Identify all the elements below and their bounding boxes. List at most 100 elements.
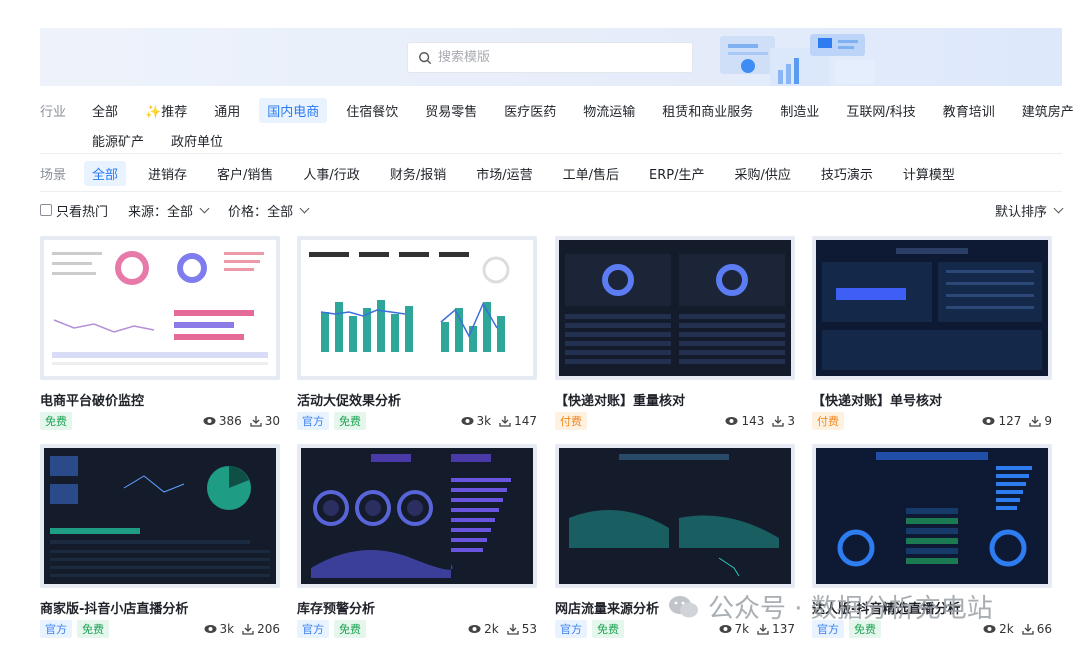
template-preview-image [559,240,791,376]
template-thumbnail[interactable] [812,236,1052,380]
scene-chip-tips[interactable]: 技巧演示 [813,161,881,186]
downloads-count: 206 [257,622,280,636]
watermark-text: 公众号 · 数据分析充电站 [708,594,993,624]
template-card[interactable]: 【快递对账】单号核对 付费 127 9 [812,236,1052,430]
chevron-down-icon [199,203,210,213]
template-card[interactable]: 库存预警分析 官方 免费 2k 53 [297,444,537,638]
scene-chip-finance[interactable]: 财务/报销 [382,161,454,186]
template-preview-image [816,448,1048,584]
scene-chip-hr-admin[interactable]: 人事/行政 [295,161,367,186]
template-preview-image [44,240,276,376]
template-card[interactable]: 【快递对账】重量核对 付费 143 3 [555,236,795,430]
industry-chip-retail[interactable]: 贸易零售 [417,98,485,123]
divider [40,191,1062,192]
free-tag: 免费 [334,620,366,638]
industry-chip-all[interactable]: 全部 [84,98,126,123]
industry-filter-row: 行业 全部 ✨推荐 通用 国内电商 住宿餐饮 贸易零售 医疗医药 物流运输 租赁… [40,98,1080,123]
template-stats: 2k 66 [983,622,1052,636]
downloads-count: 3 [787,414,795,428]
template-stats: 143 3 [725,414,795,428]
industry-chip-general[interactable]: 通用 [206,98,248,123]
downloads-count: 66 [1036,622,1052,636]
template-preview-image [816,240,1048,376]
scene-chip-marketing[interactable]: 市场/运营 [468,161,540,186]
industry-chip-logistics[interactable]: 物流运输 [575,98,643,123]
hot-only-checkbox[interactable] [40,204,52,216]
search-box[interactable] [407,42,693,73]
scene-chip-inventory[interactable]: 进销存 [140,161,195,186]
industry-chip-leasing[interactable]: 租赁和商业服务 [654,98,761,123]
template-thumbnail[interactable] [555,444,795,588]
top-banner [40,28,1062,86]
views-count: 3k [219,622,235,636]
official-tag: 官方 [297,412,329,430]
template-thumbnail[interactable] [40,444,280,588]
template-thumbnail[interactable] [555,236,795,380]
sort-dropdown[interactable]: 默认排序 [995,201,1064,220]
template-title[interactable]: 商家版-抖音小店直播分析 [40,598,280,617]
template-title[interactable]: 电商平台破价监控 [40,390,280,409]
hot-only-toggle[interactable]: 只看热门 [40,201,108,220]
template-stats: 127 9 [982,414,1052,428]
template-thumbnail[interactable] [297,444,537,588]
industry-chip-hospitality[interactable]: 住宿餐饮 [338,98,406,123]
industry-chip-government[interactable]: 政府单位 [163,128,231,153]
scene-filter-row: 场景 全部 进销存 客户/销售 人事/行政 财务/报销 市场/运营 工单/售后 … [40,161,977,186]
industry-chip-internet[interactable]: 互联网/科技 [838,98,923,123]
views-icon [725,417,738,425]
downloads-count: 9 [1044,414,1052,428]
search-input[interactable] [438,50,678,65]
hot-only-label: 只看热门 [56,204,109,220]
industry-chip-education[interactable]: 教育培训 [935,98,1003,123]
scene-chip-procurement[interactable]: 采购/供应 [726,161,798,186]
template-title[interactable]: 【快递对账】重量核对 [555,390,795,409]
template-thumbnail[interactable] [40,236,280,380]
template-thumbnail[interactable] [297,236,537,380]
industry-chip-domestic-ecommerce[interactable]: 国内电商 [259,98,328,123]
industry-chip-recommend[interactable]: ✨推荐 [137,98,195,123]
template-preview-image [301,448,533,584]
source-value: 全部 [167,204,194,220]
views-icon [203,417,216,425]
paid-tag: 付费 [812,412,844,430]
scene-chip-ticket[interactable]: 工单/售后 [555,161,627,186]
template-thumbnail[interactable] [812,444,1052,588]
source-dropdown[interactable]: 来源： 全部 [128,201,210,220]
template-stats: 2k 53 [468,622,537,636]
template-card[interactable]: 活动大促效果分析 官方 免费 3k 147 [297,236,537,430]
template-card[interactable]: 电商平台破价监控 免费 386 30 [40,236,280,430]
scene-chip-all[interactable]: 全部 [84,161,127,186]
views-count: 143 [741,414,765,428]
template-title[interactable]: 库存预警分析 [297,598,537,617]
industry-filter-row-2: 能源矿产 政府单位 [84,128,242,153]
paid-tag: 付费 [555,412,587,430]
wechat-icon [669,595,698,617]
official-tag: 官方 [555,620,587,638]
official-tag: 官方 [40,620,72,638]
divider [40,153,1062,154]
industry-chip-energy[interactable]: 能源矿产 [84,128,152,153]
industry-chip-medical[interactable]: 医疗医药 [496,98,564,123]
price-value: 全部 [267,204,294,220]
industry-chip-construction[interactable]: 建筑房产 [1014,98,1080,123]
template-meta: 官方 免费 3k 206 [40,620,280,638]
downloads-count: 147 [514,414,537,428]
industry-label: 行业 [40,105,67,120]
scene-chip-customer-sales[interactable]: 客户/销售 [209,161,281,186]
watermark: 公众号 · 数据分析充电站 [668,588,993,625]
template-title[interactable]: 活动大促效果分析 [297,390,537,409]
views-count: 2k [484,622,499,636]
chevron-down-icon [299,203,310,213]
scene-chip-model[interactable]: 计算模型 [895,161,963,186]
template-card[interactable]: 商家版-抖音小店直播分析 官方 免费 3k 206 [40,444,280,638]
industry-chip-manufacturing[interactable]: 制造业 [772,98,827,123]
template-preview-image [301,240,533,376]
template-meta: 免费 386 30 [40,412,280,430]
template-stats: 386 30 [203,414,280,428]
price-label: 价格： [228,204,268,220]
views-icon [719,625,731,633]
price-dropdown[interactable]: 价格： 全部 [228,201,310,220]
scene-chip-erp[interactable]: ERP/生产 [641,161,712,186]
views-icon [982,417,995,425]
template-title[interactable]: 【快递对账】单号核对 [812,390,1052,409]
